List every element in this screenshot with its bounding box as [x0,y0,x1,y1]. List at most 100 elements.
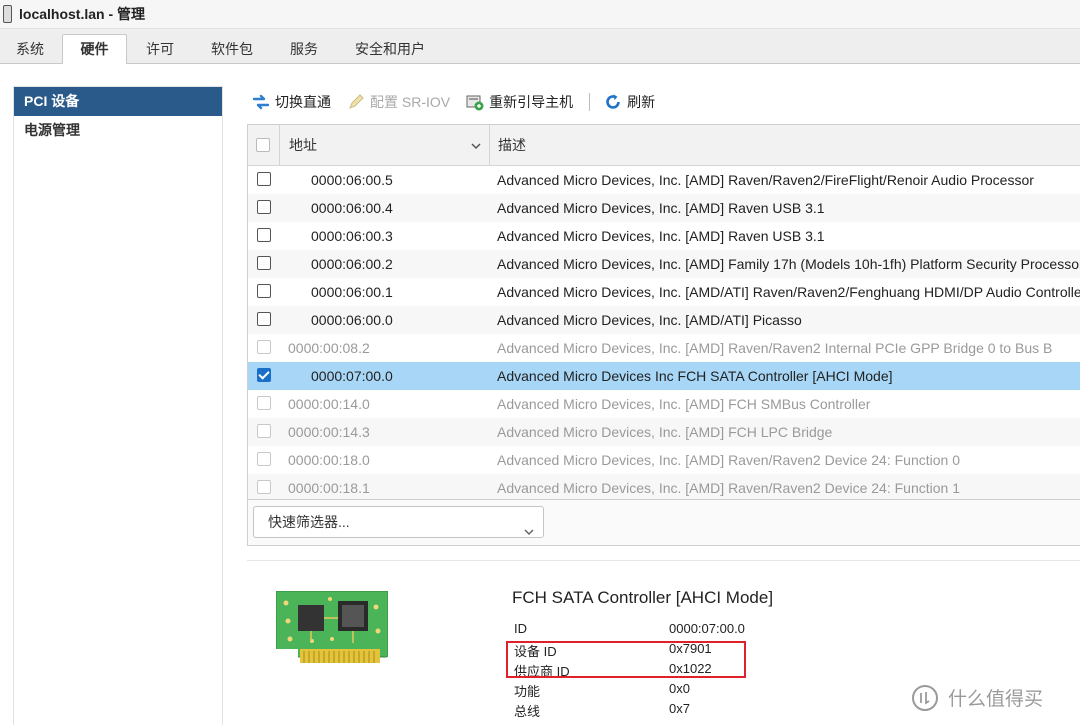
watermark-logo-icon [912,684,938,711]
prop-bus-key: 总线 [514,704,541,719]
row-description: Advanced Micro Devices, Inc. [AMD] Raven… [497,228,825,244]
toolbar: 切换直通 配置 SR-IOV 重新引导主机 刷新 [252,90,671,114]
title-bar: localhost.lan - 管理 [0,0,1080,29]
column-header-description[interactable]: 描述 [489,125,1080,165]
sidebar: PCI 设备 电源管理 [13,86,223,725]
row-checkbox[interactable] [257,256,271,270]
row-description: Advanced Micro Devices, Inc. [AMD] Raven… [497,340,1053,356]
row-description: Advanced Micro Devices, Inc. [AMD] Raven… [497,172,1034,188]
select-all-checkbox[interactable] [256,138,270,152]
reboot-host-label: 重新引导主机 [489,94,574,110]
row-address: 0000:06:00.3 [311,228,393,244]
tab-security-users[interactable]: 安全和用户 [345,35,435,63]
row-description: Advanced Micro Devices, Inc. [AMD] Raven… [497,480,960,496]
prop-function-value: 0x0 [669,681,690,696]
row-description: Advanced Micro Devices, Inc. [AMD] Famil… [497,256,1080,272]
highlight-box [506,641,746,678]
filter-bar: 快速筛选器... [247,500,1080,546]
tab-hardware[interactable]: 硬件 [62,34,127,64]
row-checkbox[interactable] [257,228,271,242]
tab-bar: 系统 硬件 许可 软件包 服务 安全和用户 [0,29,1080,64]
toolbar-divider [589,93,591,111]
column-header-address-label: 地址 [289,137,317,153]
row-checkbox[interactable] [257,200,271,214]
row-address: 0000:00:08.2 [288,340,370,356]
row-checkbox[interactable] [257,452,271,466]
row-address: 0000:07:00.0 [311,368,393,384]
pci-device-table: 地址 描述 0000:06:00.5 Advanced Micro Devices… [247,124,1080,500]
sidebar-item-power-management[interactable]: 电源管理 [14,116,222,145]
table-row[interactable]: 0000:00:14.3 Advanced Micro Devices, Inc.… [248,418,1080,446]
row-description: Advanced Micro Devices, Inc. [AMD/ATI] P… [497,312,802,328]
table-row[interactable]: 0000:06:00.5 Advanced Micro Devices, Inc.… [248,166,1080,194]
chevron-down-icon[interactable] [471,138,481,150]
table-row[interactable]: 0000:00:18.0 Advanced Micro Devices, Inc.… [248,446,1080,474]
prop-bus-value: 0x7 [669,701,690,716]
table-row[interactable]: 0000:06:00.4 Advanced Micro Devices, Inc.… [248,194,1080,222]
app-icon [3,5,12,23]
row-description: Advanced Micro Devices, Inc. [AMD] Raven… [497,452,960,468]
row-description: Advanced Micro Devices, Inc. [AMD/ATI] R… [497,284,1080,300]
table-row[interactable]: 0000:00:14.0 Advanced Micro Devices, Inc.… [248,390,1080,418]
row-checkbox[interactable] [257,480,271,494]
prop-id-key: ID [514,621,527,636]
table-row[interactable]: 0000:07:00.0 Advanced Micro Devices Inc F… [248,362,1080,390]
tab-license[interactable]: 许可 [136,35,184,63]
tab-system[interactable]: 系统 [6,35,54,63]
chevron-down-icon [524,517,534,536]
configure-sriov-label: 配置 SR-IOV [370,94,451,110]
row-description: Advanced Micro Devices, Inc. [AMD] FCH L… [497,424,833,440]
pci-card-image [275,590,389,679]
row-address: 0000:00:14.3 [288,424,370,440]
reboot-host-icon [466,93,484,111]
column-header-address[interactable]: 地址 [279,125,489,165]
tab-packages[interactable]: 软件包 [201,35,263,63]
configure-sriov-button[interactable]: 配置 SR-IOV [347,92,450,112]
row-address: 0000:00:18.1 [288,480,370,496]
row-checkbox[interactable] [257,368,271,382]
table-row[interactable]: 0000:00:18.1 Advanced Micro Devices, Inc.… [248,474,1080,499]
row-address: 0000:06:00.5 [311,172,393,188]
row-checkbox[interactable] [257,396,271,410]
refresh-icon [604,93,622,111]
row-description: Advanced Micro Devices, Inc. [AMD] Raven… [497,200,825,216]
table-header: 地址 描述 [248,125,1080,166]
table-row[interactable]: 0000:06:00.2 Advanced Micro Devices, Inc.… [248,250,1080,278]
device-title: FCH SATA Controller [AHCI Mode] [512,588,774,607]
refresh-button[interactable]: 刷新 [604,92,655,112]
column-header-description-label: 描述 [498,137,526,153]
row-checkbox[interactable] [257,424,271,438]
row-address: 0000:06:00.4 [311,200,393,216]
toggle-passthrough-button[interactable]: 切换直通 [252,92,331,112]
window-title: localhost.lan - 管理 [19,6,146,22]
passthrough-icon [252,93,270,111]
row-description: Advanced Micro Devices, Inc. [AMD] FCH S… [497,396,871,412]
tab-services[interactable]: 服务 [280,35,328,63]
watermark: 什么值得买 [912,684,1043,711]
row-description: Advanced Micro Devices Inc FCH SATA Cont… [497,368,893,384]
quick-filter-label: 快速筛选器... [268,514,350,530]
toggle-passthrough-label: 切换直通 [275,94,331,110]
row-address: 0000:06:00.1 [311,284,393,300]
row-address: 0000:06:00.2 [311,256,393,272]
table-body: 0000:06:00.5 Advanced Micro Devices, Inc.… [248,166,1080,499]
table-row[interactable]: 0000:06:00.0 Advanced Micro Devices, Inc.… [248,306,1080,334]
row-checkbox[interactable] [257,312,271,326]
table-row[interactable]: 0000:06:00.1 Advanced Micro Devices, Inc.… [248,278,1080,306]
row-checkbox[interactable] [257,284,271,298]
table-row[interactable]: 0000:00:08.2 Advanced Micro Devices, Inc.… [248,334,1080,362]
row-checkbox[interactable] [257,340,271,354]
row-address: 0000:00:14.0 [288,396,370,412]
watermark-text: 什么值得买 [948,689,1044,710]
quick-filter-dropdown[interactable]: 快速筛选器... [253,506,544,538]
refresh-label: 刷新 [627,94,656,110]
reboot-host-button[interactable]: 重新引导主机 [466,92,573,112]
pencil-icon [347,93,365,111]
prop-id-value: 0000:07:00.0 [669,621,745,636]
sidebar-item-pci-devices[interactable]: PCI 设备 [14,87,222,116]
row-checkbox[interactable] [257,172,271,186]
prop-function-key: 功能 [514,684,541,699]
table-row[interactable]: 0000:06:00.3 Advanced Micro Devices, Inc.… [248,222,1080,250]
row-address: 0000:06:00.0 [311,312,393,328]
row-address: 0000:00:18.0 [288,452,370,468]
